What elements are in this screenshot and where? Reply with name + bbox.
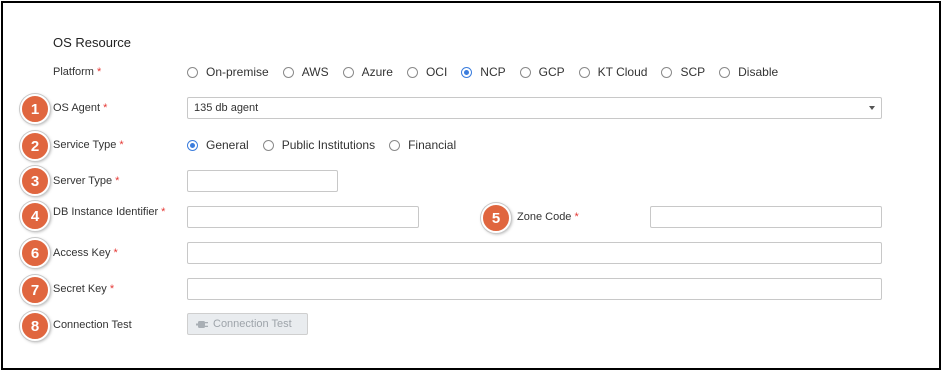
- radio-circle-icon: [406, 66, 418, 78]
- platform-radio-label: KT Cloud: [597, 65, 648, 79]
- platform-radio-ncp[interactable]: NCP: [461, 65, 506, 79]
- connection-test-button[interactable]: Connection Test: [187, 313, 308, 335]
- access-key-input[interactable]: [187, 242, 882, 264]
- service-type-label-text: Service Type: [53, 139, 117, 151]
- secret-key-label-text: Secret Key: [53, 283, 107, 295]
- platform-radio-label: NCP: [480, 65, 506, 79]
- required-mark: *: [113, 247, 118, 259]
- platform-radio-disable[interactable]: Disable: [719, 65, 778, 79]
- radio-circle-icon: [187, 66, 198, 78]
- required-mark: *: [115, 175, 120, 187]
- required-mark: *: [574, 211, 579, 223]
- radio-circle-icon: [461, 66, 473, 78]
- step-badge-4: 4: [20, 201, 50, 231]
- step-badge-6: 6: [20, 238, 50, 268]
- zone-code-label-text: Zone Code: [517, 211, 572, 223]
- service-type-radio-general[interactable]: General: [187, 138, 249, 152]
- platform-radio-label: On-premise: [206, 65, 269, 79]
- service-type-radio-label: Financial: [408, 138, 457, 152]
- db-instance-label-text: DB Instance Identifier: [53, 206, 159, 218]
- os-agent-selected-value: 135 db agent: [194, 102, 259, 114]
- plug-icon: [196, 320, 208, 328]
- server-type-label: Server Type *: [53, 175, 119, 187]
- service-type-radio-group: General Public Institutions Financial: [187, 138, 470, 152]
- radio-circle-icon: [262, 139, 274, 151]
- platform-radio-label: SCP: [680, 65, 706, 79]
- os-agent-label-text: OS Agent: [53, 102, 101, 114]
- os-agent-label: OS Agent *: [53, 102, 107, 114]
- service-type-radio-public-institutions[interactable]: Public Institutions: [262, 138, 376, 152]
- platform-radio-on-premise[interactable]: On-premise: [187, 65, 269, 79]
- platform-radio-label: Azure: [361, 65, 393, 79]
- step-badge-1: 1: [20, 94, 50, 124]
- service-type-radio-financial[interactable]: Financial: [389, 138, 456, 152]
- platform-radio-azure[interactable]: Azure: [342, 65, 393, 79]
- required-mark: *: [96, 66, 102, 78]
- access-key-label-text: Access Key: [53, 247, 111, 259]
- radio-circle-icon: [282, 66, 294, 78]
- platform-label: Platform *: [53, 66, 101, 78]
- radio-circle-icon: [719, 66, 731, 78]
- connection-test-button-label: Connection Test: [213, 318, 292, 330]
- platform-radio-label: GCP: [538, 65, 565, 79]
- platform-radio-group: On-premise AWS Azure OCI NCP GCP KT Cloud SCP Di…: [187, 65, 792, 79]
- platform-label-text: Platform: [53, 66, 94, 78]
- step-badge-2: 2: [20, 131, 50, 161]
- step-badge-3: 3: [20, 166, 50, 196]
- platform-radio-label: AWS: [301, 65, 329, 79]
- secret-key-input[interactable]: [187, 278, 882, 300]
- chevron-down-icon: [869, 106, 875, 110]
- zone-code-input[interactable]: [650, 206, 882, 228]
- step-badge-7: 7: [20, 275, 50, 305]
- server-type-label-text: Server Type: [53, 175, 113, 187]
- zone-code-label: Zone Code *: [517, 211, 579, 223]
- db-instance-input[interactable]: [187, 206, 419, 228]
- platform-radio-gcp[interactable]: GCP: [519, 65, 565, 79]
- service-type-label: Service Type *: [53, 139, 124, 151]
- service-type-radio-label: General: [206, 138, 249, 152]
- step-badge-8: 8: [20, 311, 50, 341]
- radio-circle-icon: [342, 66, 354, 78]
- radio-circle-icon: [389, 139, 401, 151]
- radio-circle-icon: [519, 66, 531, 78]
- server-type-input[interactable]: [187, 170, 338, 192]
- platform-radio-oci[interactable]: OCI: [406, 65, 448, 79]
- required-mark: *: [161, 206, 166, 218]
- platform-radio-label: OCI: [425, 65, 448, 79]
- required-mark: *: [109, 283, 115, 295]
- step-badge-5: 5: [481, 203, 511, 233]
- platform-radio-kt-cloud[interactable]: KT Cloud: [578, 65, 648, 79]
- radio-circle-icon: [578, 66, 590, 78]
- platform-radio-label: Disable: [738, 65, 779, 79]
- radio-circle-icon: [187, 139, 198, 151]
- access-key-label: Access Key *: [53, 247, 118, 259]
- platform-radio-scp[interactable]: SCP: [661, 65, 705, 79]
- section-title: OS Resource: [53, 35, 132, 50]
- required-mark: *: [119, 139, 124, 151]
- os-resource-panel: [1, 1, 941, 370]
- platform-radio-aws[interactable]: AWS: [282, 65, 329, 79]
- secret-key-label: Secret Key *: [53, 283, 114, 295]
- radio-circle-icon: [661, 66, 673, 78]
- db-instance-label: DB Instance Identifier *: [53, 206, 165, 218]
- connection-test-label: Connection Test: [53, 319, 132, 331]
- required-mark: *: [103, 102, 108, 114]
- service-type-radio-label: Public Institutions: [281, 138, 376, 152]
- os-agent-select[interactable]: 135 db agent: [187, 97, 882, 119]
